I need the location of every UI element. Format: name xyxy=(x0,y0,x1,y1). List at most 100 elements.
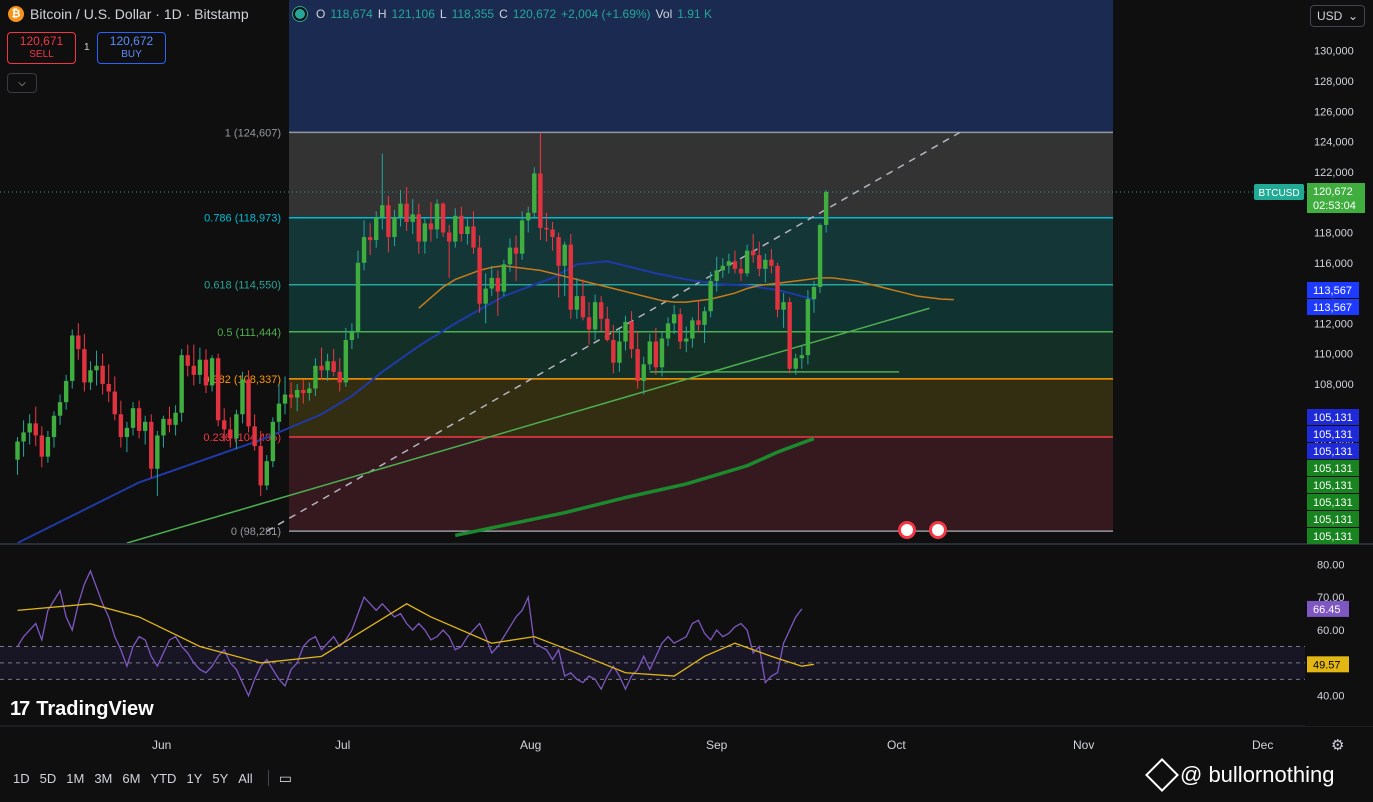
ma-price-tag-value: 113,567 xyxy=(1313,302,1352,314)
candle-body xyxy=(714,270,719,281)
candle-body xyxy=(629,321,634,350)
candle-body xyxy=(112,391,117,415)
currency-select[interactable]: USD ⌄ xyxy=(1310,5,1365,27)
time-tick: Jun xyxy=(152,738,172,752)
candle-body xyxy=(781,302,786,310)
price-axis-tick: 128,000 xyxy=(1314,76,1354,88)
candle-body xyxy=(532,173,537,213)
bitcoin-icon: ₿ xyxy=(8,6,24,22)
candle-body xyxy=(550,229,555,238)
candle-body xyxy=(88,370,93,383)
sell-label: SELL xyxy=(29,49,54,60)
candle-body xyxy=(507,247,513,265)
currency-label: USD xyxy=(1317,9,1343,23)
candle-body xyxy=(671,314,677,324)
close-value: 120,672 xyxy=(512,7,557,21)
symbol-tag-label: BTCUSD xyxy=(1258,188,1299,199)
symbol-header[interactable]: ₿ Bitcoin / U.S. Dollar · 1D · Bitstamp xyxy=(8,6,249,22)
candle-body xyxy=(787,302,792,369)
candle-body xyxy=(240,379,245,415)
range-1m[interactable]: 1M xyxy=(61,771,89,786)
date-range-icon[interactable]: ▭ xyxy=(279,770,292,787)
candle-body xyxy=(288,394,294,398)
sell-button[interactable]: 120,671 SELL xyxy=(7,32,76,64)
price-axis-tick: 126,000 xyxy=(1314,106,1354,118)
time-tick: Sep xyxy=(706,738,728,752)
candle-body xyxy=(568,244,573,310)
candle-body xyxy=(592,302,598,330)
candle-body xyxy=(45,436,51,457)
price-axis-tick: 110,000 xyxy=(1314,349,1353,361)
candle-body xyxy=(94,365,99,371)
fib-zone xyxy=(289,284,1113,332)
close-label: C xyxy=(499,7,508,21)
candle-body xyxy=(702,311,707,325)
spread-value: 1 xyxy=(84,42,90,53)
range-5y[interactable]: 5Y xyxy=(207,771,233,786)
green-price-tag-value: 105,131 xyxy=(1313,463,1353,475)
fib-zone xyxy=(289,378,1113,438)
candle-body xyxy=(264,461,269,486)
candle-body xyxy=(653,341,659,368)
sell-price: 120,671 xyxy=(19,34,64,48)
candle-body xyxy=(811,287,817,300)
candle-body xyxy=(799,355,805,359)
buy-button[interactable]: 120,672 BUY xyxy=(97,32,166,64)
rsi-ma-value: 49.57 xyxy=(1313,659,1341,671)
candle-body xyxy=(33,423,38,436)
rsi-axis-tick: 80.00 xyxy=(1317,559,1345,571)
candle-body xyxy=(526,212,531,221)
candle-body xyxy=(106,383,111,392)
candle-body xyxy=(386,205,391,238)
price-chart[interactable]: 1 (124,607) 0.786 (118,973) 0.618 (114,550… xyxy=(0,0,1373,802)
low-label: L xyxy=(439,7,447,21)
us-flag-event-icon xyxy=(932,524,944,536)
range-1d[interactable]: 1D xyxy=(8,771,35,786)
candle-body xyxy=(678,314,683,342)
green-price-tag-value: 105,131 xyxy=(1313,531,1353,543)
candle-body xyxy=(605,318,610,341)
candle-body xyxy=(313,365,318,389)
collapse-button[interactable]: ⌵ xyxy=(7,73,37,93)
candle-body xyxy=(130,408,136,428)
rsi-value: 66.45 xyxy=(1313,604,1341,616)
open-label: O xyxy=(316,7,326,21)
ohlc-legend: O 118,674 H 121,106 L 118,355 C 120,672 +2,0… xyxy=(293,7,712,21)
candle-body xyxy=(100,365,105,384)
range-5d[interactable]: 5D xyxy=(35,771,62,786)
settings-gear-icon[interactable]: ⚙ xyxy=(1331,736,1344,754)
candle-body xyxy=(15,441,20,460)
range-all[interactable]: All xyxy=(233,771,257,786)
candle-body xyxy=(690,320,695,339)
fib-level-label: 1 (124,607) xyxy=(225,127,281,139)
candle-body xyxy=(574,296,580,310)
candle-body xyxy=(446,232,452,242)
range-6m[interactable]: 6M xyxy=(117,771,145,786)
candle-body xyxy=(331,361,336,372)
candle-body xyxy=(422,223,428,242)
time-tick: Dec xyxy=(1252,738,1274,752)
tradingview-mark-icon: 17 xyxy=(10,698,30,720)
change-value: +2,004 (+1.69%) xyxy=(561,7,651,21)
candle-body xyxy=(380,205,385,218)
candle-body xyxy=(805,299,811,356)
fib-level-label: 0.786 (118,973) xyxy=(204,213,281,225)
high-value: 121,106 xyxy=(391,7,435,21)
range-3m[interactable]: 3M xyxy=(89,771,117,786)
candle-body xyxy=(355,262,361,333)
candle-body xyxy=(215,358,221,421)
candle-body xyxy=(209,358,215,386)
candle-body xyxy=(228,429,233,439)
candle-body xyxy=(301,390,306,394)
tradingview-logo: 17 TradingView xyxy=(10,698,154,721)
candle-body xyxy=(720,265,725,271)
candle-body xyxy=(416,214,421,242)
watermark: @ bullornothing xyxy=(1145,758,1334,792)
candle-body xyxy=(519,220,525,254)
candle-body xyxy=(793,358,798,369)
range-ytd[interactable]: YTD xyxy=(145,771,181,786)
candle-body xyxy=(361,237,367,263)
green-price-tag-value: 105,131 xyxy=(1313,514,1353,526)
range-1y[interactable]: 1Y xyxy=(181,771,207,786)
candle-body xyxy=(185,355,190,366)
